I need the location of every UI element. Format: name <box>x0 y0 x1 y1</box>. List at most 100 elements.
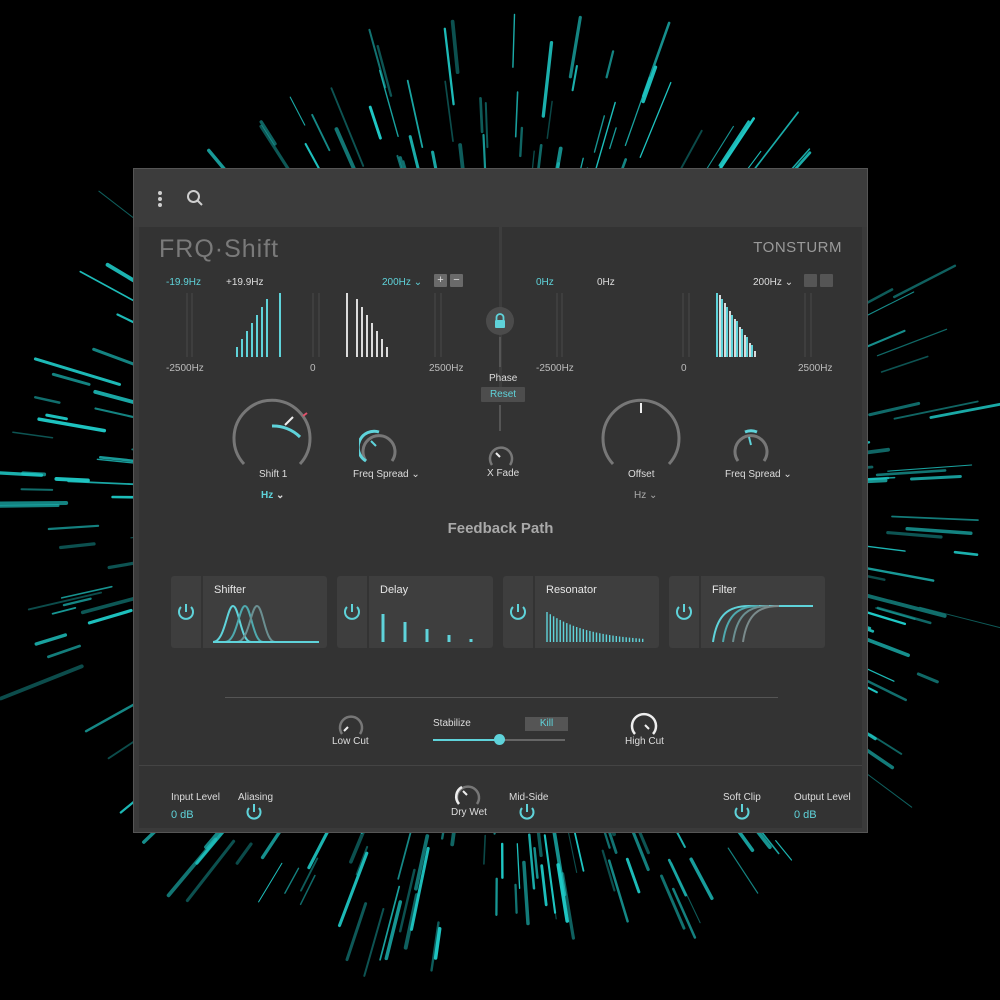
right-unit-select[interactable]: Hz ⌄ <box>634 490 657 501</box>
search-icon[interactable] <box>186 189 204 207</box>
low-cut-label: Low Cut <box>332 736 369 747</box>
power-icon <box>510 604 526 620</box>
stabilize-label: Stabilize <box>433 718 471 729</box>
plugin-logo: FRQ·Shift <box>159 235 280 263</box>
left-spread-select[interactable]: Freq Spread ⌄ <box>353 469 420 480</box>
right-spread-label: Freq Spread <box>725 469 781 480</box>
feedback-divider <box>225 697 778 698</box>
filter-label: Filter <box>712 584 737 596</box>
right-freq-low: 0Hz <box>536 277 554 288</box>
right-axis-mid: 0 <box>681 363 687 374</box>
resonator-graphic <box>546 612 644 642</box>
center-line <box>499 337 501 367</box>
aliasing-power-icon[interactable] <box>246 803 262 821</box>
stabilize-slider-thumb[interactable] <box>494 734 505 745</box>
left-range-value: 200Hz <box>382 277 411 288</box>
remove-button[interactable]: − <box>450 274 463 287</box>
chevron-down-icon: ⌄ <box>784 277 794 288</box>
high-cut-knob[interactable] <box>629 709 659 739</box>
lock-icon[interactable] <box>486 307 514 335</box>
input-level-label: Input Level <box>171 792 220 803</box>
offset-knob[interactable] <box>596 393 686 473</box>
mid-side-power-icon[interactable] <box>519 803 535 821</box>
soft-clip-power-icon[interactable] <box>734 803 750 821</box>
title-bar <box>134 169 867 227</box>
dry-wet-label: Dry Wet <box>451 807 487 818</box>
right-range-value: 200Hz <box>753 277 782 288</box>
delay-label: Delay <box>380 584 409 596</box>
right-axis-max: 2500Hz <box>798 363 833 374</box>
chevron-down-icon: ⌄ <box>276 490 285 501</box>
left-spectrum-bars-a <box>236 293 281 357</box>
phase-label: Phase <box>489 373 518 384</box>
left-spread-label: Freq Spread <box>353 469 409 480</box>
shifter-graphic <box>212 604 319 643</box>
chevron-down-icon: ⌄ <box>411 469 420 480</box>
power-icon <box>344 604 360 620</box>
stabilize-slider-fill <box>433 739 499 741</box>
footer-bar: Input Level 0 dB Aliasing Dry Wet Mid-Si… <box>139 765 862 828</box>
right-axis-min: -2500Hz <box>536 363 574 374</box>
output-level-label: Output Level <box>794 792 851 803</box>
left-spread-knob[interactable] <box>359 427 399 467</box>
aliasing-label: Aliasing <box>238 792 274 803</box>
delay-power[interactable] <box>337 576 369 648</box>
plugin-panel: FRQ·Shift TONSTURM -19.9Hz +19.9Hz 200Hz… <box>139 227 862 828</box>
power-icon <box>676 604 692 620</box>
chevron-down-icon: ⌄ <box>783 469 792 480</box>
filter-graphic <box>712 605 813 643</box>
right-spectrum <box>556 293 812 357</box>
left-unit-value: Hz <box>261 490 274 501</box>
more-vertical-icon[interactable] <box>157 191 163 207</box>
chevron-down-icon: ⌄ <box>413 277 423 288</box>
shift-knob-label: Shift 1 <box>259 469 288 480</box>
left-spectrum-bars-b <box>346 293 388 357</box>
kill-button[interactable]: Kill <box>525 717 568 731</box>
resonator-power[interactable] <box>503 576 535 648</box>
soft-clip-label: Soft Clip <box>723 792 761 803</box>
left-axis-max: 2500Hz <box>429 363 464 374</box>
left-freq-high: +19.9Hz <box>226 277 264 288</box>
resonator-module[interactable]: Resonator <box>503 576 659 648</box>
right-unit-value: Hz <box>634 490 647 501</box>
center-line-lower <box>499 405 501 431</box>
right-remove-button[interactable] <box>820 274 833 287</box>
plugin-window: FRQ·Shift TONSTURM -19.9Hz +19.9Hz 200Hz… <box>133 168 868 833</box>
left-range-select[interactable]: 200Hz ⌄ <box>382 277 422 288</box>
right-freq-high: 0Hz <box>597 277 615 288</box>
offset-knob-label: Offset <box>628 469 655 480</box>
left-spectrum <box>186 293 442 357</box>
power-icon <box>178 604 194 620</box>
filter-module[interactable]: Filter <box>669 576 825 648</box>
right-add-button[interactable] <box>804 274 817 287</box>
low-cut-knob[interactable] <box>337 711 365 739</box>
output-level-value[interactable]: 0 dB <box>794 809 817 821</box>
left-axis-mid: 0 <box>310 363 316 374</box>
xfade-knob[interactable] <box>487 442 515 470</box>
filter-power[interactable] <box>669 576 701 648</box>
feedback-path-title: Feedback Path <box>447 520 554 537</box>
add-button[interactable]: + <box>434 274 447 287</box>
stabilize-slider-track[interactable] <box>433 734 565 745</box>
right-spread-select[interactable]: Freq Spread ⌄ <box>725 469 792 480</box>
input-level-value[interactable]: 0 dB <box>171 809 194 821</box>
chevron-down-icon: ⌄ <box>649 490 658 501</box>
shifter-power[interactable] <box>171 576 203 648</box>
brand-name: TONSTURM <box>753 239 842 256</box>
dry-wet-knob[interactable] <box>454 782 482 808</box>
right-spread-knob[interactable] <box>731 427 771 467</box>
reset-button[interactable]: Reset <box>481 387 525 402</box>
delay-graphic <box>381 614 473 642</box>
delay-module[interactable]: Delay <box>337 576 493 648</box>
mid-side-label: Mid-Side <box>509 792 549 803</box>
xfade-label: X Fade <box>487 468 520 479</box>
left-freq-low: -19.9Hz <box>166 277 202 288</box>
right-range-select[interactable]: 200Hz ⌄ <box>753 277 793 288</box>
left-axis-min: -2500Hz <box>166 363 204 374</box>
shifter-label: Shifter <box>214 584 246 596</box>
shift-knob[interactable] <box>227 393 317 473</box>
shifter-module[interactable]: Shifter <box>171 576 327 648</box>
left-unit-select[interactable]: Hz ⌄ <box>261 490 284 501</box>
resonator-label: Resonator <box>546 584 597 596</box>
high-cut-label: High Cut <box>625 736 664 747</box>
